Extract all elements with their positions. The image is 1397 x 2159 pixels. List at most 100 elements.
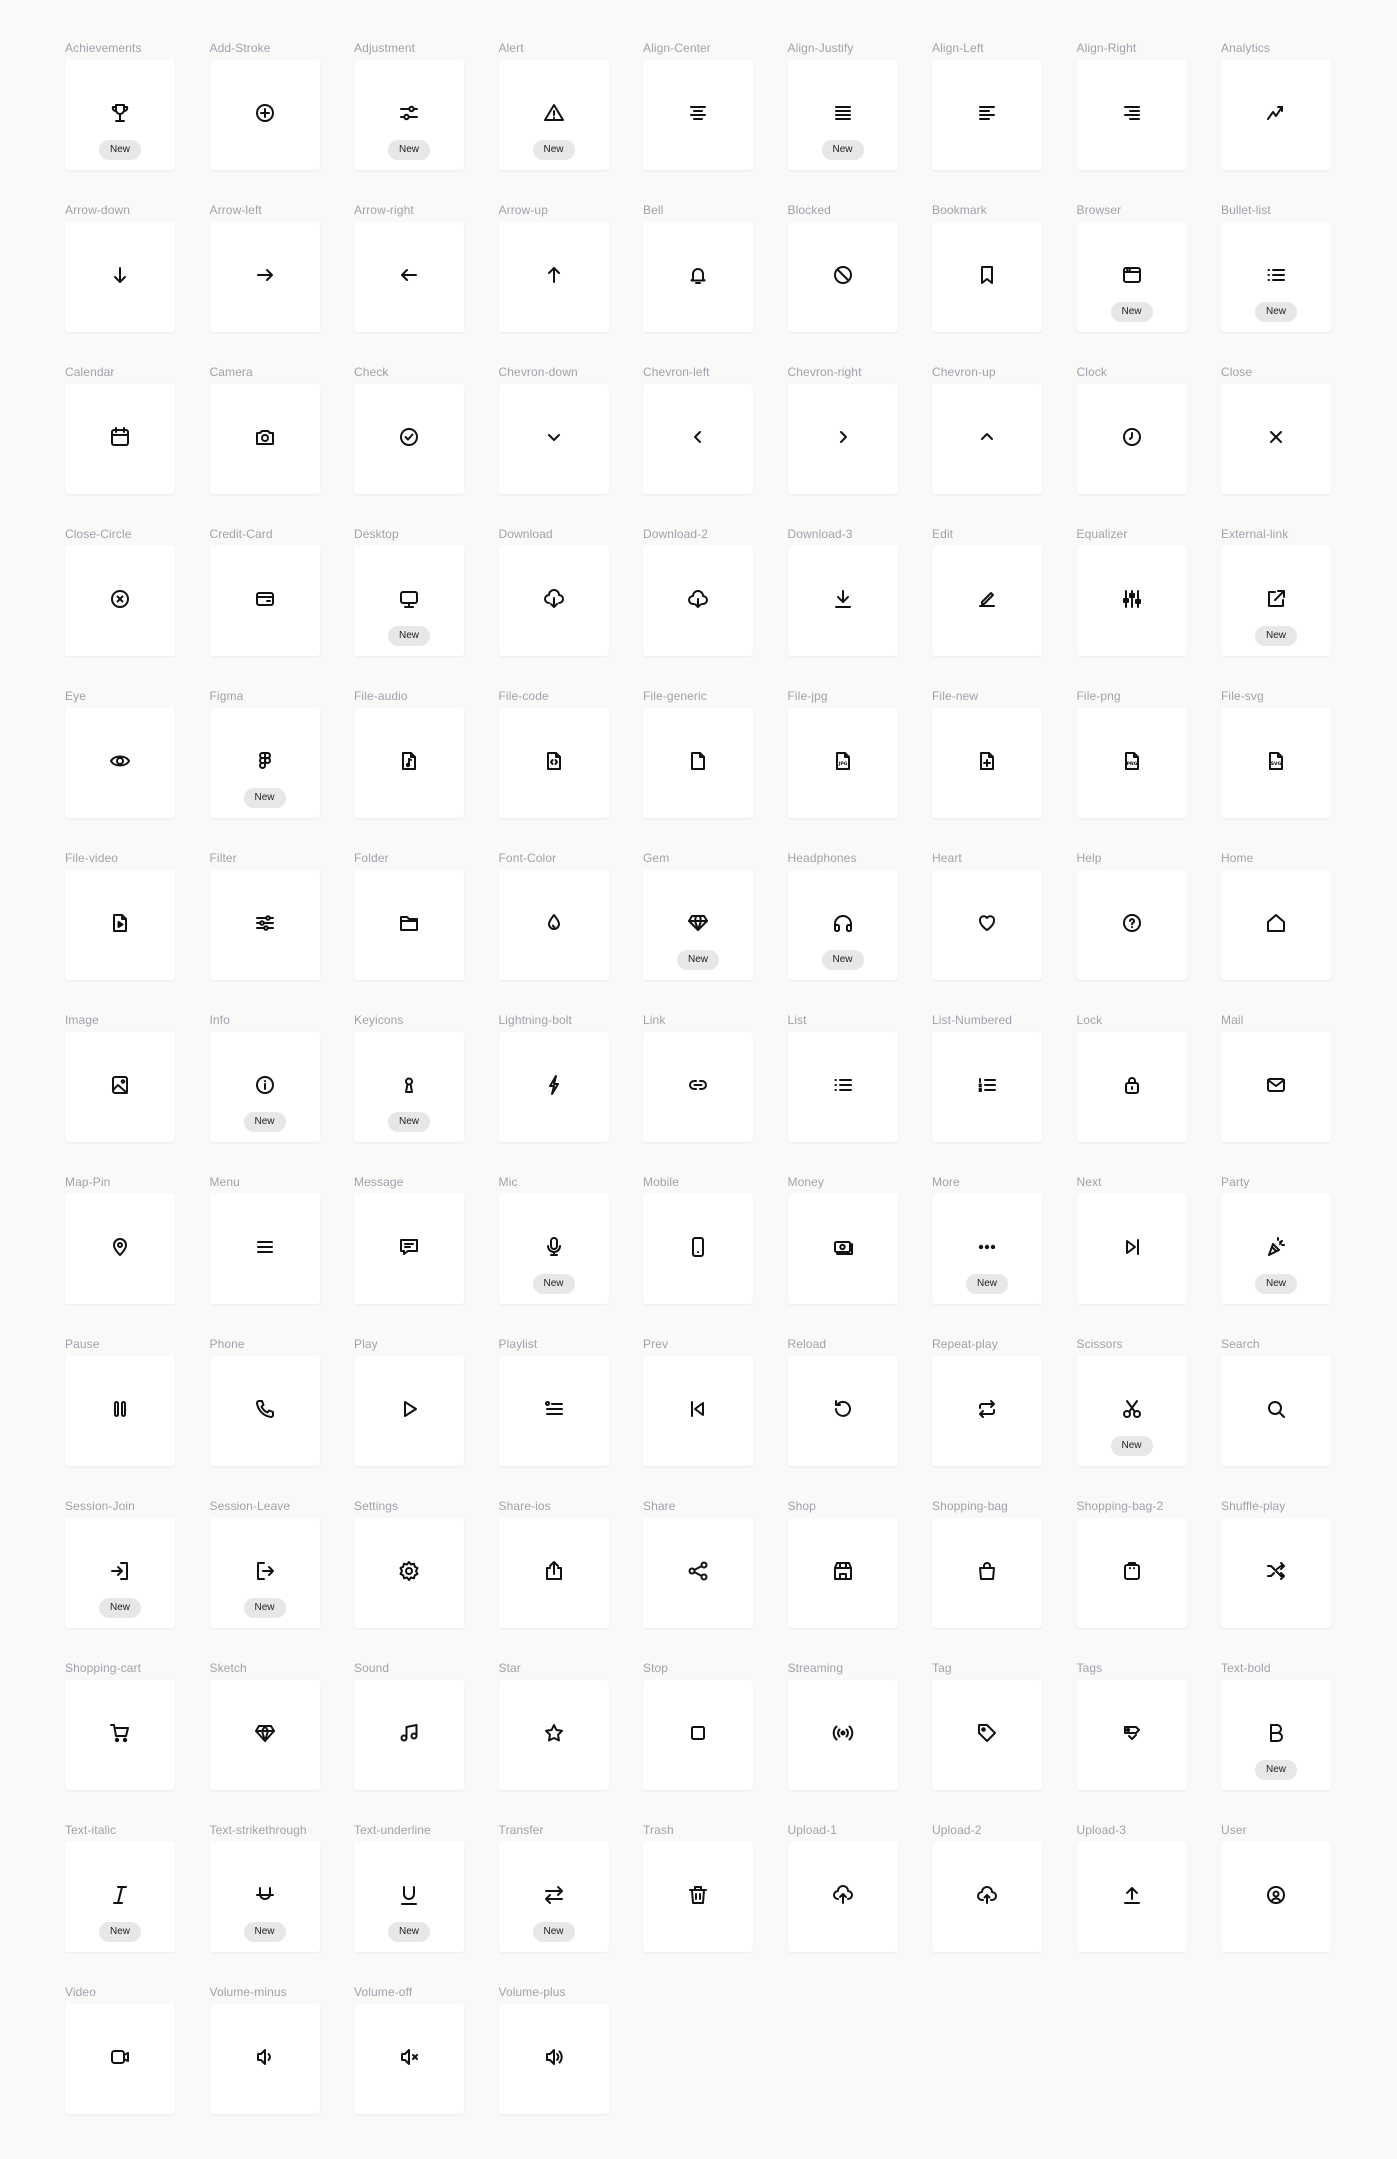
icon-card[interactable] xyxy=(65,870,175,980)
icon-card[interactable]: New xyxy=(1076,1356,1187,1466)
icon-card[interactable] xyxy=(1221,1842,1331,1952)
icon-card[interactable] xyxy=(209,222,320,332)
icon-card[interactable]: New xyxy=(354,1842,464,1952)
icon-card[interactable]: New xyxy=(65,60,175,170)
icon-card[interactable] xyxy=(787,1032,898,1142)
icon-card[interactable] xyxy=(498,222,609,332)
icon-card[interactable] xyxy=(65,1356,175,1466)
icon-card[interactable]: JPG xyxy=(787,708,898,818)
icon-card[interactable] xyxy=(209,1194,320,1304)
icon-card[interactable] xyxy=(1076,1842,1187,1952)
icon-card[interactable]: New xyxy=(209,1032,320,1142)
icon-card[interactable] xyxy=(787,1680,898,1790)
icon-card[interactable] xyxy=(498,2004,609,2114)
icon-card[interactable] xyxy=(209,384,320,494)
icon-card[interactable] xyxy=(643,546,753,656)
icon-card[interactable] xyxy=(1076,60,1187,170)
icon-card[interactable] xyxy=(65,2004,175,2114)
icon-card[interactable]: New xyxy=(65,1842,175,1952)
icon-card[interactable] xyxy=(65,222,175,332)
icon-card[interactable] xyxy=(498,1680,609,1790)
icon-card[interactable] xyxy=(1221,1356,1331,1466)
icon-card[interactable] xyxy=(787,1194,898,1304)
icon-card[interactable]: New xyxy=(932,1194,1042,1304)
icon-card[interactable] xyxy=(787,1842,898,1952)
icon-card[interactable] xyxy=(1076,384,1187,494)
icon-card[interactable]: New xyxy=(643,870,753,980)
icon-card[interactable] xyxy=(354,1518,464,1628)
icon-card[interactable] xyxy=(498,1356,609,1466)
icon-card[interactable]: New xyxy=(65,1518,175,1628)
icon-card[interactable] xyxy=(643,1680,753,1790)
icon-card[interactable] xyxy=(1076,1680,1187,1790)
icon-card[interactable] xyxy=(932,1680,1042,1790)
icon-card[interactable] xyxy=(498,870,609,980)
icon-card[interactable] xyxy=(643,60,753,170)
icon-card[interactable] xyxy=(65,1032,175,1142)
icon-card[interactable] xyxy=(643,1194,753,1304)
icon-card[interactable]: New xyxy=(1221,1194,1331,1304)
icon-card[interactable] xyxy=(932,1842,1042,1952)
icon-card[interactable] xyxy=(932,870,1042,980)
icon-card[interactable] xyxy=(1221,60,1331,170)
icon-card[interactable] xyxy=(643,1842,753,1952)
icon-card[interactable] xyxy=(354,1680,464,1790)
icon-card[interactable] xyxy=(787,222,898,332)
icon-card[interactable] xyxy=(65,384,175,494)
icon-card[interactable] xyxy=(932,546,1042,656)
icon-card[interactable] xyxy=(498,708,609,818)
icon-card[interactable] xyxy=(354,870,464,980)
icon-card[interactable] xyxy=(354,2004,464,2114)
icon-card[interactable]: New xyxy=(209,1518,320,1628)
icon-card[interactable]: New xyxy=(498,60,609,170)
icon-card[interactable]: New xyxy=(1076,222,1187,332)
icon-card[interactable] xyxy=(1221,1032,1331,1142)
icon-card[interactable] xyxy=(354,222,464,332)
icon-card[interactable] xyxy=(932,1032,1042,1142)
icon-card[interactable]: New xyxy=(1221,546,1331,656)
icon-card[interactable] xyxy=(932,1356,1042,1466)
icon-card[interactable] xyxy=(498,546,609,656)
icon-card[interactable]: New xyxy=(209,708,320,818)
icon-card[interactable] xyxy=(209,870,320,980)
icon-card[interactable] xyxy=(209,60,320,170)
icon-card[interactable]: New xyxy=(498,1194,609,1304)
icon-card[interactable] xyxy=(643,384,753,494)
icon-card[interactable]: New xyxy=(354,546,464,656)
icon-card[interactable] xyxy=(787,1356,898,1466)
icon-card[interactable] xyxy=(354,1194,464,1304)
icon-card[interactable] xyxy=(787,1518,898,1628)
icon-card[interactable] xyxy=(643,222,753,332)
icon-card[interactable]: SVG xyxy=(1221,708,1331,818)
icon-card[interactable] xyxy=(1221,1518,1331,1628)
icon-card[interactable] xyxy=(354,384,464,494)
icon-card[interactable] xyxy=(1076,546,1187,656)
icon-card[interactable] xyxy=(354,708,464,818)
icon-card[interactable] xyxy=(498,1032,609,1142)
icon-card[interactable] xyxy=(643,708,753,818)
icon-card[interactable] xyxy=(1076,1518,1187,1628)
icon-card[interactable]: New xyxy=(498,1842,609,1952)
icon-card[interactable]: New xyxy=(354,1032,464,1142)
icon-card[interactable] xyxy=(643,1356,753,1466)
icon-card[interactable] xyxy=(498,384,609,494)
icon-card[interactable] xyxy=(1076,1194,1187,1304)
icon-card[interactable] xyxy=(1221,384,1331,494)
icon-card[interactable] xyxy=(932,708,1042,818)
icon-card[interactable] xyxy=(209,1680,320,1790)
icon-card[interactable]: New xyxy=(209,1842,320,1952)
icon-card[interactable] xyxy=(65,546,175,656)
icon-card[interactable] xyxy=(643,1518,753,1628)
icon-card[interactable] xyxy=(643,1032,753,1142)
icon-card[interactable] xyxy=(787,546,898,656)
icon-card[interactable] xyxy=(932,1518,1042,1628)
icon-card[interactable] xyxy=(65,1680,175,1790)
icon-card[interactable] xyxy=(1221,870,1331,980)
icon-card[interactable] xyxy=(1076,1032,1187,1142)
icon-card[interactable] xyxy=(932,384,1042,494)
icon-card[interactable] xyxy=(498,1518,609,1628)
icon-card[interactable]: New xyxy=(1221,1680,1331,1790)
icon-card[interactable] xyxy=(209,546,320,656)
icon-card[interactable]: New xyxy=(1221,222,1331,332)
icon-card[interactable] xyxy=(65,1194,175,1304)
